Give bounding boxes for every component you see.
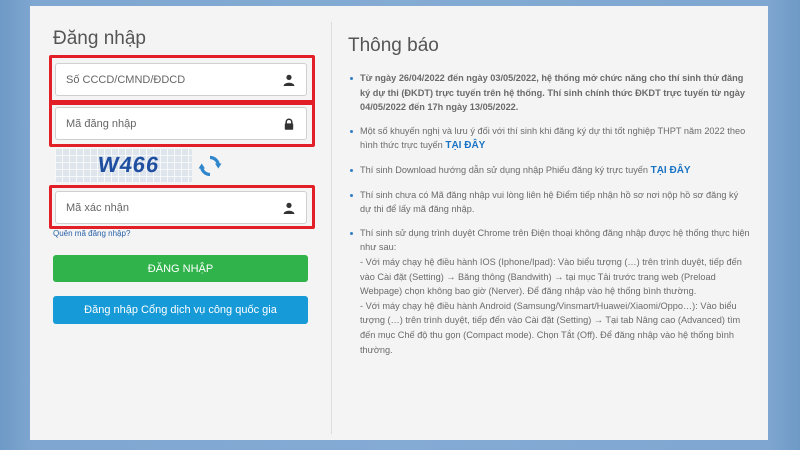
notice-item: Thí sinh chưa có Mã đăng nhập vui lòng l…: [350, 188, 750, 217]
bullet-icon: [350, 193, 353, 197]
captcha-input[interactable]: [66, 201, 282, 214]
notice-title: Thông báo: [348, 35, 439, 56]
notice-item: Thí sinh sử dụng trình duyệt Chrome trên…: [350, 226, 750, 357]
national-portal-login-button[interactable]: Đăng nhập Cổng dịch vụ công quốc gia: [53, 296, 308, 324]
notice-link[interactable]: TẠI ĐÂY: [445, 140, 485, 151]
id-input[interactable]: [66, 73, 282, 86]
main-panel: Đăng nhập W466 Quên mã đăng nhập?: [30, 6, 768, 440]
user-icon: [282, 201, 296, 215]
notice-subtext-ios: - Với máy chạy hệ điều hành IOS (Iphone/…: [360, 256, 742, 297]
notice-text: Thí sinh Download hướng dẫn sử dụng nhập…: [360, 164, 649, 175]
bullet-icon: [350, 231, 353, 235]
notice-link[interactable]: TẠI ĐÂY: [651, 165, 691, 176]
notice-subtext-android: - Với máy chạy hệ điều hành Android (Sam…: [360, 300, 741, 355]
notice-text: Một số khuyến nghị và lưu ý đối với thí …: [360, 125, 746, 151]
bullet-icon: [350, 77, 353, 80]
notice-list: Từ ngày 26/04/2022 đến ngày 03/05/2022, …: [350, 71, 750, 366]
lock-icon: [282, 117, 296, 131]
notice-text: Thí sinh sử dụng trình duyệt Chrome trên…: [360, 227, 750, 253]
forgot-password-link[interactable]: Quên mã đăng nhập?: [53, 229, 130, 238]
bullet-icon: [350, 129, 353, 133]
password-field[interactable]: [55, 107, 307, 140]
column-divider: [331, 22, 332, 434]
refresh-icon[interactable]: [198, 154, 222, 178]
login-button[interactable]: ĐĂNG NHẬP: [53, 255, 308, 282]
user-icon: [282, 73, 296, 87]
login-title: Đăng nhập: [53, 28, 146, 49]
captcha-field[interactable]: [55, 191, 307, 224]
id-field[interactable]: [55, 63, 307, 96]
notice-text: Từ ngày 26/04/2022 đến ngày 03/05/2022, …: [360, 73, 745, 113]
notice-item: Một số khuyến nghị và lưu ý đối với thí …: [350, 124, 750, 154]
notice-text: Thí sinh chưa có Mã đăng nhập vui lòng l…: [360, 189, 739, 215]
notice-item: Thí sinh Download hướng dẫn sử dụng nhập…: [350, 163, 750, 179]
captcha-image-text: W466: [96, 152, 162, 177]
captcha-image: W466: [55, 149, 192, 182]
notice-item: Từ ngày 26/04/2022 đến ngày 03/05/2022, …: [350, 71, 750, 115]
bullet-icon: [350, 168, 353, 172]
password-input[interactable]: [66, 117, 282, 130]
